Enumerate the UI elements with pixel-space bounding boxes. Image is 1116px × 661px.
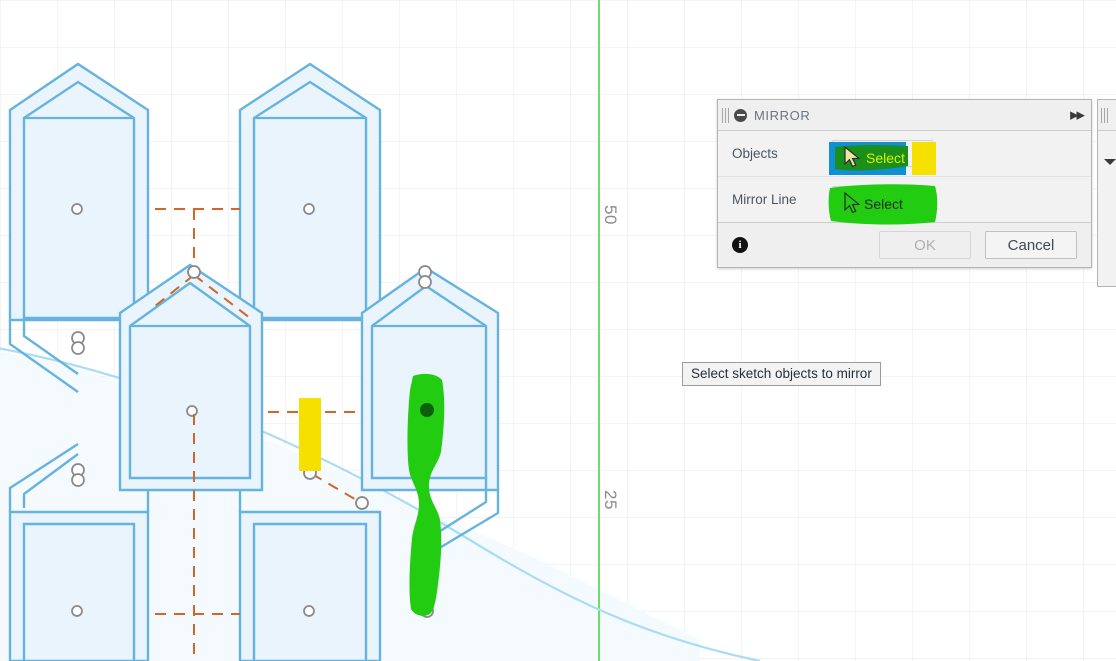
drag-grip-icon[interactable] (722, 107, 729, 123)
drag-grip-icon[interactable] (1101, 107, 1108, 123)
sketch-profile-middle-center[interactable] (118, 263, 264, 492)
cursor-arrow-outline-icon (840, 192, 851, 207)
mirror-dialog[interactable]: MIRROR ▶▶ Objects Select Mirror Line Sel… (717, 99, 1092, 268)
minus-circle-icon[interactable] (734, 108, 747, 122)
mirror-line-select-button[interactable]: Select (832, 186, 933, 213)
caret-down-icon[interactable] (1104, 159, 1116, 165)
cursor-arrow-filled-icon (840, 146, 851, 161)
ok-button: OK (879, 231, 971, 259)
mirror-line-select-label: Select (857, 192, 895, 207)
info-icon[interactable]: i (732, 237, 748, 253)
tooltip-text: Select sketch objects to mirror (691, 366, 872, 381)
secondary-panel[interactable] (1097, 99, 1116, 287)
dialog-row-mirror-line[interactable]: Mirror Line Select (718, 177, 1091, 223)
sketch-profile-bottom-left[interactable] (8, 510, 150, 661)
axis-label-50: 50 (601, 205, 620, 225)
dialog-title-bar[interactable]: MIRROR ▶▶ (718, 100, 1091, 131)
sketch-profile-top-right[interactable] (238, 62, 382, 322)
mirror-line-label: Mirror Line (732, 192, 797, 207)
dialog-title: MIRROR (754, 107, 811, 123)
objects-label: Objects (732, 146, 778, 161)
sketch-profile-bottom-right[interactable] (238, 510, 382, 661)
dialog-row-objects[interactable]: Objects Select (718, 131, 1091, 177)
secondary-panel-title-bar[interactable] (1098, 100, 1116, 131)
axis-label-25: 25 (601, 490, 620, 510)
dialog-footer: i OK Cancel (718, 223, 1091, 267)
tooltip: Select sketch objects to mirror (682, 362, 881, 386)
sketch-profile-top-left[interactable] (8, 62, 150, 322)
objects-select-button[interactable]: Select (832, 140, 933, 167)
sketch-profile-middle-right[interactable] (360, 265, 500, 492)
objects-select-label: Select (857, 146, 895, 161)
cancel-button[interactable]: Cancel (985, 231, 1077, 259)
double-chevron-right-icon[interactable]: ▶▶ (1070, 109, 1085, 122)
secondary-panel-body[interactable] (1098, 131, 1116, 286)
